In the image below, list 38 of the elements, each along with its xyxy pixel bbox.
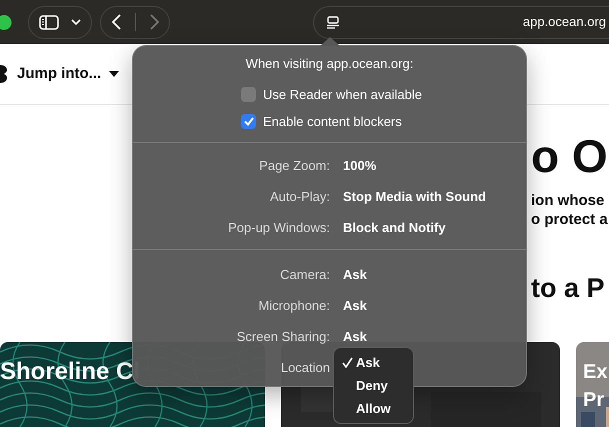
heading: o O (531, 133, 609, 179)
setting-value[interactable]: Ask (343, 326, 526, 346)
checkbox[interactable] (241, 114, 256, 129)
setting-label: Microphone: (257, 296, 330, 315)
card-title: Shoreline Cl (0, 358, 142, 386)
setting-value[interactable]: Stop Media with Sound (343, 186, 526, 206)
caret-icon (109, 71, 120, 77)
setting-value[interactable]: Block and Notify (343, 218, 526, 238)
setting-value[interactable]: 100% (343, 156, 526, 176)
back-icon (112, 14, 120, 30)
checkbox-label[interactable]: Use Reader when available (263, 84, 422, 104)
page-menu-icon (326, 16, 340, 28)
setting-value[interactable]: Ask (343, 296, 526, 316)
address-field[interactable]: app.ocean.org (522, 12, 606, 32)
setting-label: Camera: (279, 266, 330, 284)
popover-title: When visiting app.ocean.org: (244, 55, 414, 73)
checkbox-label[interactable]: Enable content blockers (263, 112, 402, 132)
menu-item[interactable]: Deny (334, 374, 413, 397)
setting-label: Screen Sharing: (236, 328, 330, 346)
card-title: Pr (583, 388, 606, 413)
menu-item[interactable]: Ask (334, 351, 413, 374)
intro-text: ion whose (531, 191, 606, 210)
setting-label: Page Zoom: (258, 156, 330, 175)
menu-item[interactable]: Allow (334, 397, 413, 420)
window-zoom-icon (0, 14, 12, 30)
setting-label: Auto-Play: (269, 188, 330, 206)
jump-into-menu[interactable]: Jump into... (17, 62, 120, 86)
chevron-down-icon (71, 19, 81, 25)
section-heading: to a P (531, 275, 606, 302)
intro-text: o protect a (531, 210, 609, 229)
logo-icon (0, 65, 7, 83)
forward-icon (150, 14, 158, 30)
sidebar-icon (39, 14, 59, 30)
setting-label: Pop-up Windows: (227, 218, 330, 237)
card-title: Ex (583, 360, 608, 385)
setting-value[interactable]: Ask (343, 264, 526, 284)
setting-label: Location (280, 358, 330, 377)
checkbox[interactable] (241, 87, 256, 102)
